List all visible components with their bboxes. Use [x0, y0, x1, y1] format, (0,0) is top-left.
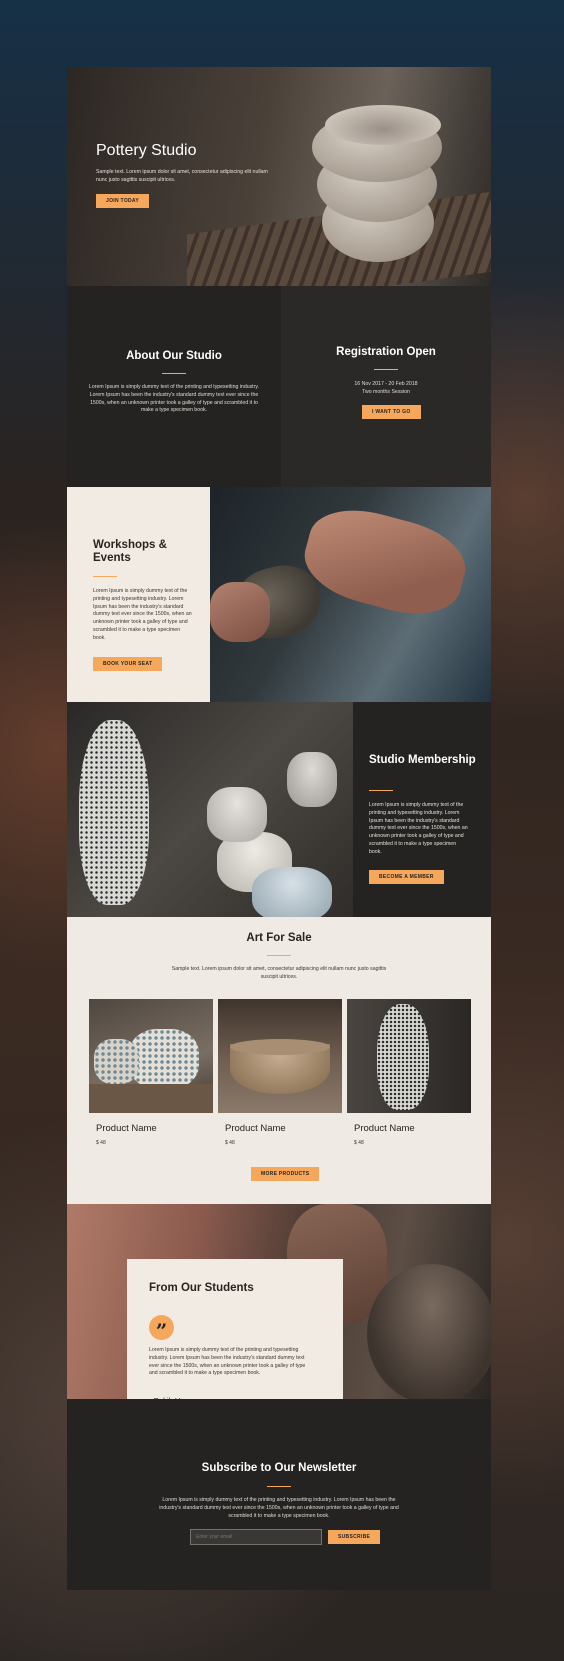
product-name[interactable]: Product Name: [89, 1123, 213, 1134]
product-price: $ 48: [354, 1140, 364, 1146]
art-for-sale-section: Art For Sale Sample text. Lorem ipsum do…: [67, 917, 491, 1204]
tray-image: [89, 1084, 213, 1113]
product-card[interactable]: Product Name $ 48: [347, 999, 471, 1146]
product-image[interactable]: [89, 999, 213, 1113]
email-input[interactable]: [190, 1529, 322, 1545]
title-divider: [162, 373, 186, 374]
product-image[interactable]: [347, 999, 471, 1113]
hand-image: [210, 582, 270, 642]
bowl-rim-image: [230, 1039, 330, 1055]
mugs-image: [129, 1029, 199, 1089]
i-want-to-go-button[interactable]: I WANT TO GO: [362, 405, 421, 419]
newsletter-title: Subscribe to Our Newsletter: [201, 1462, 357, 1474]
students-title: From Our Students: [149, 1282, 254, 1294]
membership-text: Lorem Ipsum is simply dummy text of the …: [369, 802, 468, 855]
workshops-image: [210, 487, 491, 702]
mugs-image: [94, 1039, 139, 1084]
title-divider: [369, 790, 393, 791]
about-title: About Our Studio: [126, 350, 222, 362]
pottery-wheel-image: [367, 1264, 491, 1399]
join-today-button[interactable]: JOIN TODAY: [96, 194, 150, 208]
membership-title: Studio Membership: [369, 754, 476, 766]
about-text: Lorem Ipsum is simply dummy text of the …: [88, 384, 259, 414]
book-your-seat-button[interactable]: BOOK YOUR SEAT: [93, 657, 163, 671]
product-card[interactable]: Product Name $ 48: [89, 999, 213, 1146]
subscribe-button[interactable]: SUBSCRIBE: [328, 1530, 381, 1544]
newsletter-section: Subscribe to Our Newsletter Lorem Ipsum …: [67, 1399, 491, 1590]
cup-image: [287, 752, 337, 807]
membership-image: [67, 702, 353, 917]
become-a-member-button[interactable]: BECOME A MEMBER: [369, 870, 444, 884]
hand-image: [296, 497, 474, 627]
newsletter-text: Lorem Ipsum is simply dummy text of the …: [159, 1497, 399, 1519]
workshops-text: Lorem Ipsum is simply dummy text of the …: [93, 588, 192, 641]
title-divider: [267, 1486, 291, 1487]
sale-text: Sample text. Lorem ipsum dolor sit amet,…: [171, 966, 387, 980]
product-name[interactable]: Product Name: [347, 1123, 471, 1134]
product-name[interactable]: Product Name: [218, 1123, 342, 1134]
workshops-title: Workshops & Events: [93, 539, 167, 564]
workshops-section: Workshops & Events Lorem Ipsum is simply…: [67, 487, 210, 702]
title-divider: [374, 369, 398, 370]
cup-image: [207, 787, 267, 842]
product-price: $ 48: [225, 1140, 235, 1146]
more-products-button[interactable]: MORE PRODUCTS: [251, 1167, 320, 1181]
registration-title: Registration Open: [336, 346, 436, 358]
quote-icon: ”: [149, 1315, 174, 1343]
title-divider: [267, 955, 291, 956]
hero-section: Pottery Studio Sample text. Lorem ipsum …: [67, 67, 491, 286]
bowl-rim-image: [325, 105, 441, 145]
hero-title: Pottery Studio: [96, 142, 197, 159]
product-price: $ 48: [96, 1140, 106, 1146]
product-image[interactable]: [218, 999, 342, 1113]
landing-page: Pottery Studio Sample text. Lorem ipsum …: [67, 67, 491, 1590]
dotted-vase-image: [377, 1004, 429, 1110]
testimonial-text: Lorem Ipsum is simply dummy text of the …: [149, 1347, 306, 1377]
cup-image: [252, 867, 332, 917]
product-card[interactable]: Product Name $ 48: [218, 999, 342, 1146]
membership-section: Studio Membership Lorem Ipsum is simply …: [353, 702, 491, 917]
sale-title: Art For Sale: [246, 932, 312, 944]
hero-text: Sample text. Lorem ipsum dolor sit amet,…: [96, 169, 268, 183]
registration-section: Registration Open 16 Nov 2017 - 20 Feb 2…: [281, 286, 491, 487]
dotted-vase-image: [79, 720, 149, 905]
registration-dates: 16 Nov 2017 - 20 Feb 2018: [354, 381, 418, 387]
about-section: About Our Studio Lorem Ipsum is simply d…: [67, 286, 281, 487]
title-divider: [93, 576, 117, 577]
registration-session: Two months Session: [362, 389, 410, 395]
